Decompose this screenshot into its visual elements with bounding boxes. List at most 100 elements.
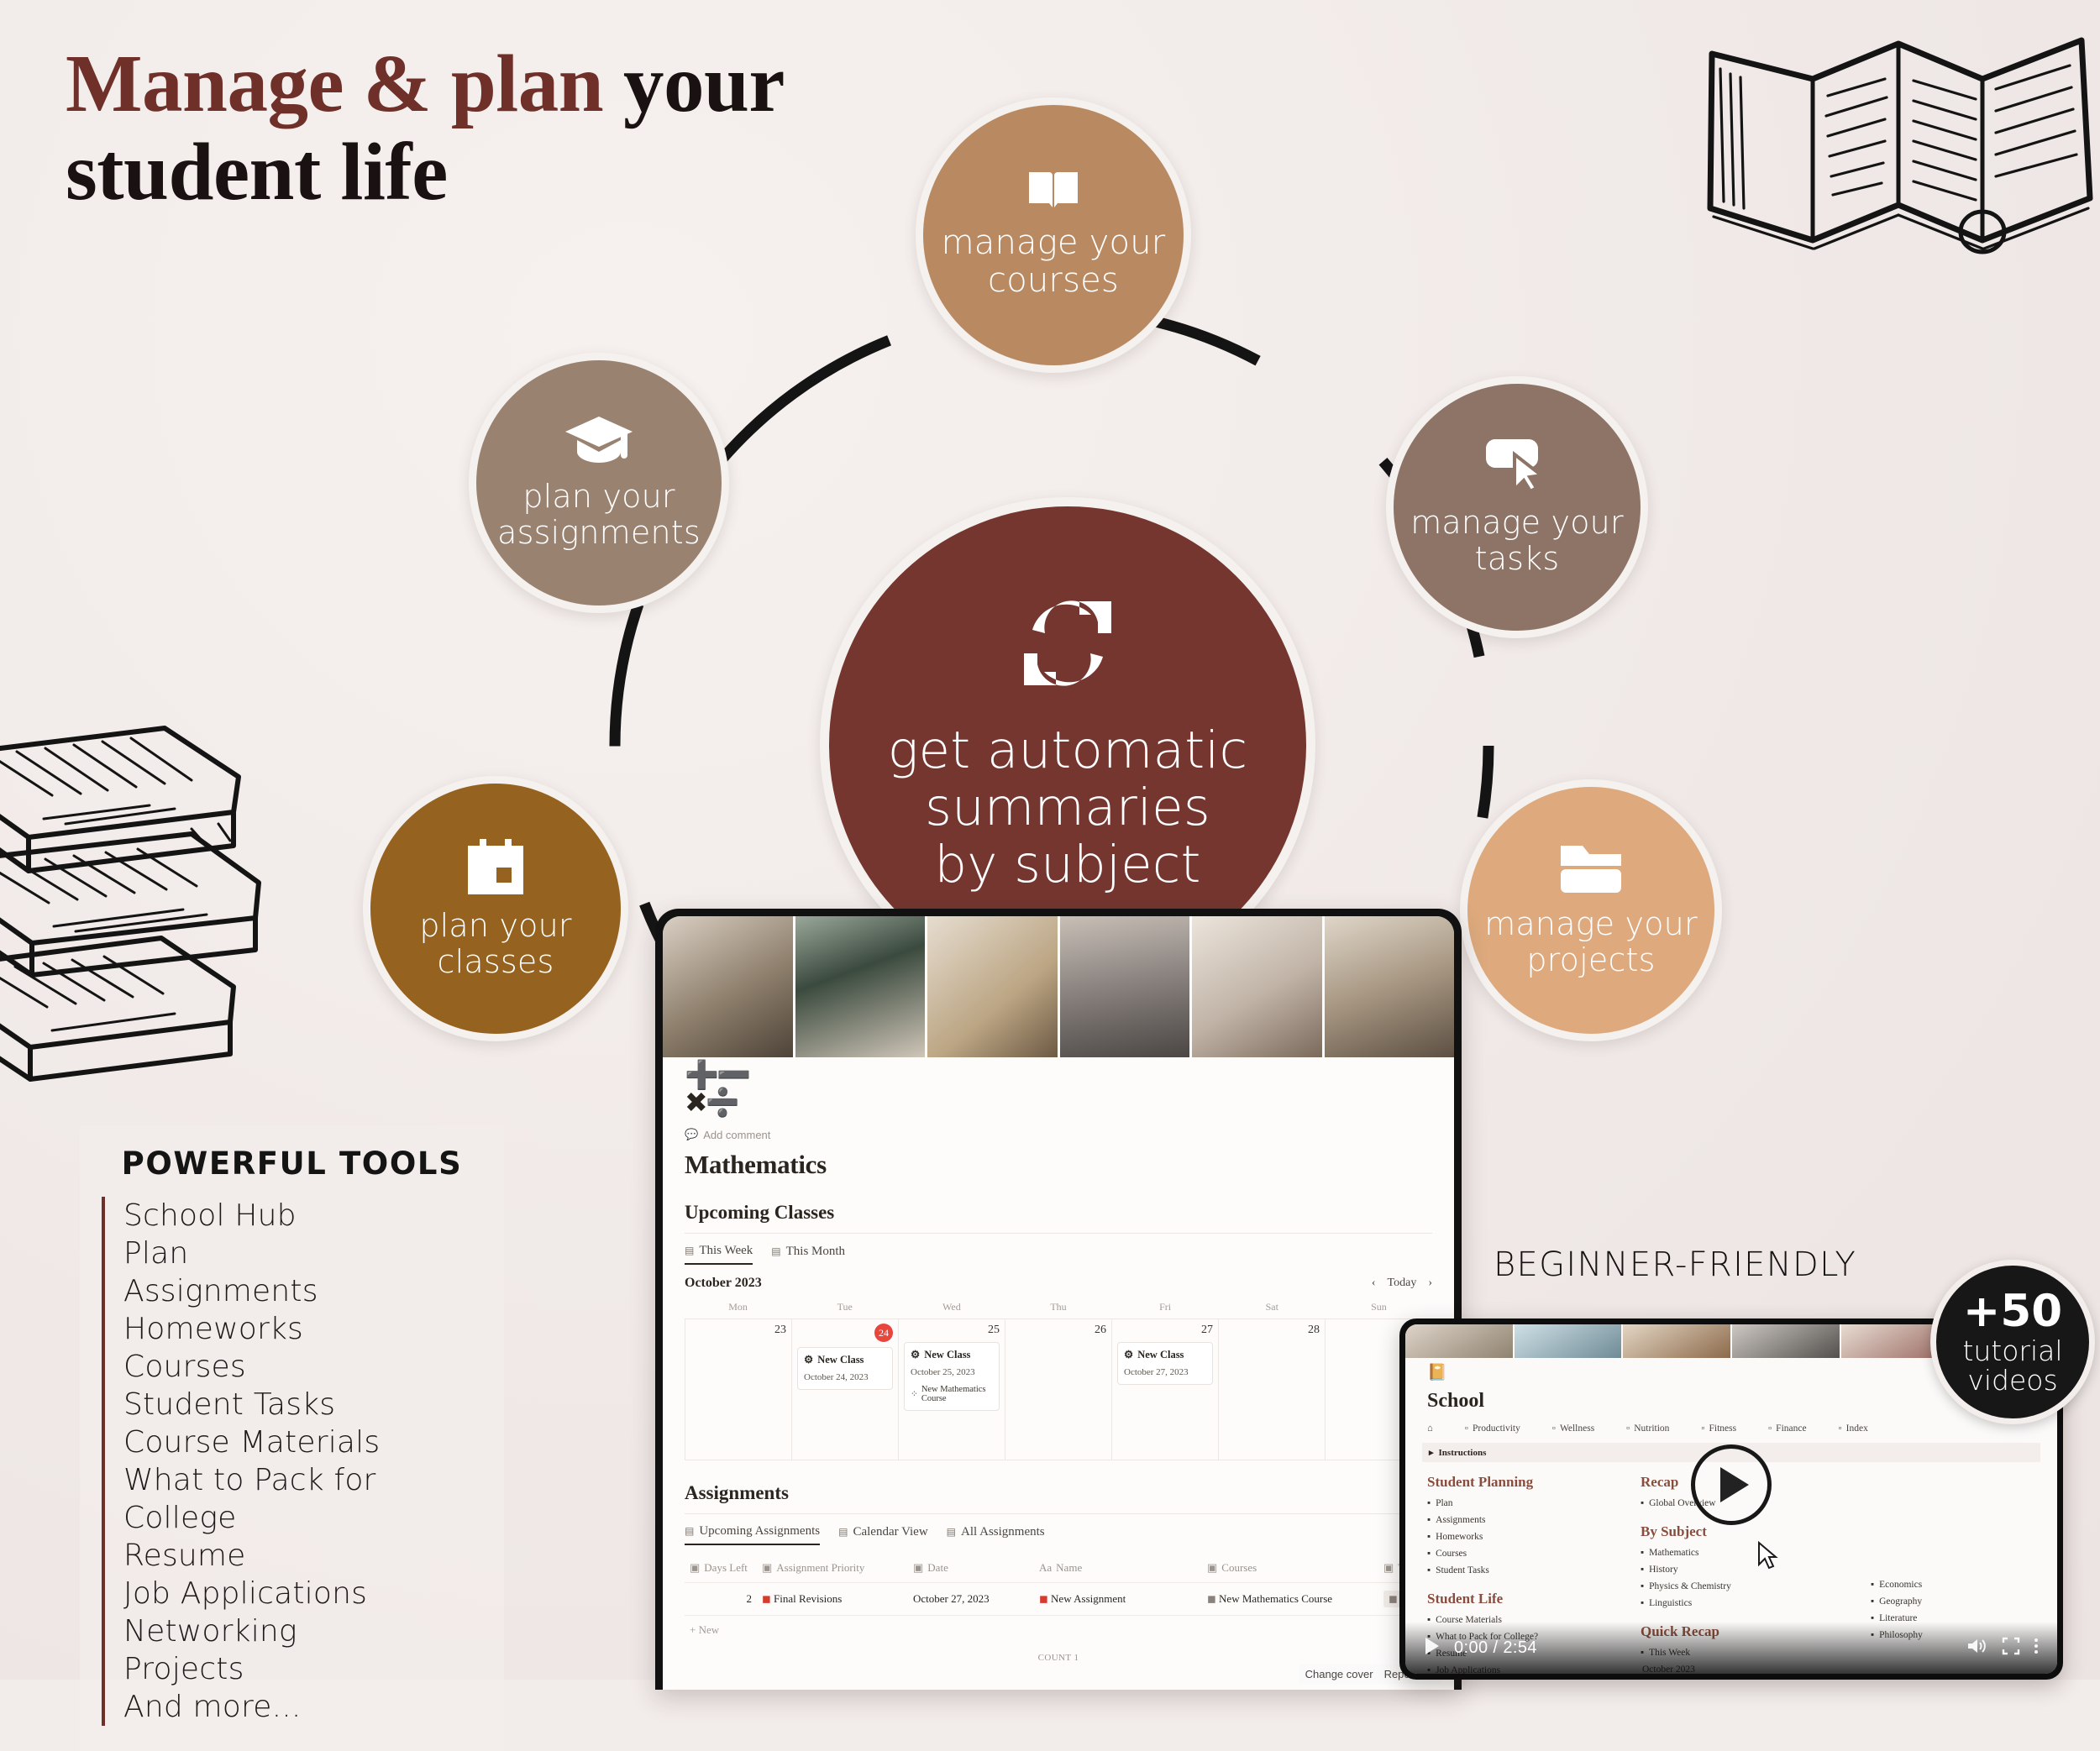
column-label: Name [1056,1561,1083,1574]
video-nav-link-label: Nutrition [1634,1423,1670,1434]
video-controls-bar[interactable]: 0:00 / 2:54 [1405,1622,2057,1674]
cell-course[interactable]: ◼ New Mathematics Course [1202,1585,1378,1613]
col2-items2[interactable]: ▪ Mathematics ▪ History ▪ Physics & Chemistry… [1641,1548,1825,1608]
page-emoji-icon[interactable]: ➕➖ ✖➗ [685,1062,1454,1118]
prev-month-icon[interactable]: ‹ [1372,1277,1376,1290]
video-nav-link[interactable]: ▫ Fitness [1701,1423,1736,1434]
video-nav-item[interactable]: ▪ Homeworks [1427,1532,1595,1542]
feature-bubble-assignments[interactable]: plan your assignments [469,353,729,613]
calendar-event[interactable]: ⚙ New Class October 24, 2023 [797,1347,893,1390]
cover-photo [792,916,925,1057]
calendar-event[interactable]: ⚙ New Class October 25, 2023 ⁘ New Mathemati… [904,1342,1000,1411]
table-column-header[interactable]: ▣ Assignment Priority [757,1554,908,1582]
table-row[interactable]: 2 ◼ Final Revisions October 27, 2023 ◼ New … [685,1583,1454,1616]
video-nav-item[interactable]: ▪ Geography [1871,1596,2030,1607]
video-nav-item[interactable]: ▪ Mathematics [1641,1548,1825,1558]
table-column-header[interactable]: ▣ Courses [1202,1554,1378,1582]
nav-item-icon: ▫ [1464,1423,1468,1434]
feature-bubble-classes[interactable]: plan your classes [363,776,628,1041]
calendar-nav[interactable]: ‹ Today › [1372,1277,1432,1290]
page-title: Manage & plan your student life [66,39,785,217]
add-comment-button[interactable]: 💬 Add comment [685,1128,1454,1141]
col1-items[interactable]: ▪ Plan ▪ Assignments ▪ Homeworks ▪ Courses ▪ Stud… [1427,1498,1595,1575]
home-icon[interactable]: ⌂ [1427,1423,1433,1434]
assignment-view-tabs[interactable]: ▤ Upcoming Assignments ▤ Calendar View ▤ All … [685,1524,1454,1545]
powerful-tools-title: POWERFUL TOOLS [121,1145,463,1182]
next-month-icon[interactable]: › [1428,1277,1432,1290]
video-nav-link[interactable]: ▫ Index [1839,1423,1868,1434]
view-tab[interactable]: ▤ Calendar View [838,1524,928,1545]
video-nav-link[interactable]: ▫ Finance [1768,1423,1806,1434]
video-nav-link[interactable]: ▫ Productivity [1465,1423,1520,1434]
headline-line2: student life [66,126,448,217]
video-nav-bar[interactable]: ⌂ ▫ Productivity ▫ Wellness ▫ Nutrition ▫ Fitnes… [1427,1423,2057,1434]
table-column-header[interactable]: Aa Name [1034,1554,1202,1582]
video-nav-item[interactable]: ▪ History [1641,1565,1825,1575]
cell-priority[interactable]: ◼ Final Revisions [757,1585,908,1613]
cell-days-left[interactable]: 2 [685,1585,757,1613]
today-button[interactable]: Today [1388,1277,1417,1290]
video-nav-item[interactable]: ▪ Physics & Chemistry [1641,1581,1825,1591]
video-nav-item[interactable]: ▪ Economics [1871,1580,2030,1590]
calendar-cell[interactable]: 23 [685,1319,792,1460]
cover-photo [925,916,1058,1057]
play-button-overlay[interactable] [1691,1444,1772,1526]
play-icon[interactable] [1424,1637,1441,1659]
video-nav-item[interactable]: ▪ Courses [1427,1549,1595,1559]
notion-laptop-mockup: Change cover Reposition ➕➖✖➗ 💬 Add comme… [655,909,1462,1690]
nav-item-icon: ▫ [1838,1423,1842,1434]
feature-bubble-projects[interactable]: manage your projects [1460,779,1722,1041]
calendar-cell[interactable]: 28 [1219,1319,1326,1460]
video-nav-item[interactable]: ▪ Linguistics [1641,1598,1825,1608]
cover-photo [1057,916,1189,1057]
table-column-header[interactable]: ▣ Date [908,1554,1034,1582]
calendar-grid[interactable]: 23 24 ⚙ New Class October 24, 2023 25 ⚙ New Cla… [685,1318,1432,1460]
view-tab[interactable]: ▤ This Month [771,1244,845,1265]
notion-cover-gallery: Change cover Reposition [663,916,1454,1684]
view-tab[interactable]: ▤ This Week [685,1244,753,1265]
video-nav-item[interactable]: ▪ Plan [1427,1498,1595,1508]
view-tab[interactable]: ▤ Upcoming Assignments [685,1524,821,1545]
assignments-table[interactable]: ▣ Days Left ▣ Assignment Priority ▣ Date Aa Nam… [685,1554,1454,1666]
tool-list-item: Networking [123,1614,297,1649]
tool-list-item: Job Applications [123,1576,368,1611]
video-nav-item-label: Geography [1879,1596,1923,1607]
cover-photo [1189,916,1322,1057]
video-nav-item[interactable]: ▪ Assignments [1427,1515,1595,1525]
planning-item-icon: ▪ [1427,1565,1431,1575]
divider [685,1513,1432,1514]
calendar-cell[interactable]: 26 [1005,1319,1112,1460]
cell-date[interactable]: October 27, 2023 [908,1585,1034,1613]
video-nav-link[interactable]: ▫ Nutrition [1626,1423,1669,1434]
new-row-button[interactable]: + New [685,1616,1432,1644]
cell-name[interactable]: ◼ New Assignment [1034,1585,1202,1613]
video-nav-item[interactable]: ▪ Student Tasks [1427,1565,1595,1575]
video-nav-item-label: Economics [1879,1580,1923,1590]
feature-bubble-tasks[interactable]: manage your tasks [1386,376,1648,638]
calendar-cell[interactable]: 27 ⚙ New Class October 27, 2023 [1112,1319,1219,1460]
more-options-icon[interactable] [2034,1637,2039,1659]
volume-icon[interactable] [1966,1637,1988,1659]
calendar-event[interactable]: ⚙ New Class October 27, 2023 [1117,1342,1213,1385]
video-nav-item-label: Assignments [1436,1515,1486,1525]
bubble-label: manage your projects [1484,905,1698,978]
calendar-cell[interactable]: 24 ⚙ New Class October 24, 2023 [792,1319,899,1460]
section-heading-homeworks: Homeworks [685,1688,1454,1690]
feature-bubble-courses[interactable]: manage your courses [916,97,1191,373]
event-title-row: ⚙ New Class [804,1353,886,1366]
table-column-header[interactable]: ▣ Days Left [685,1554,757,1582]
video-nav-link-label: Wellness [1559,1423,1595,1434]
video-nav-link-label: Index [1845,1423,1868,1434]
tool-list-item: Course Materials [123,1425,381,1460]
fullscreen-icon[interactable] [2002,1637,2020,1659]
video-nav-link[interactable]: ▫ Wellness [1552,1423,1594,1434]
video-timestamp: 0:00 / 2:54 [1454,1638,1537,1657]
video-nav-item-label: Plan [1436,1498,1453,1508]
view-tab[interactable]: ▤ All Assignments [947,1524,1045,1545]
tool-list-item: Plan [123,1236,189,1271]
change-cover-button[interactable]: Change cover [1305,1668,1373,1680]
assignment-small-icon: ▤ [685,1525,695,1537]
class-view-tabs[interactable]: ▤ This Week ▤ This Month [685,1244,1454,1265]
calendar-cell[interactable]: 25 ⚙ New Class October 25, 2023 ⁘ New Mathema… [899,1319,1005,1460]
tool-list-item: And more... [123,1690,302,1724]
